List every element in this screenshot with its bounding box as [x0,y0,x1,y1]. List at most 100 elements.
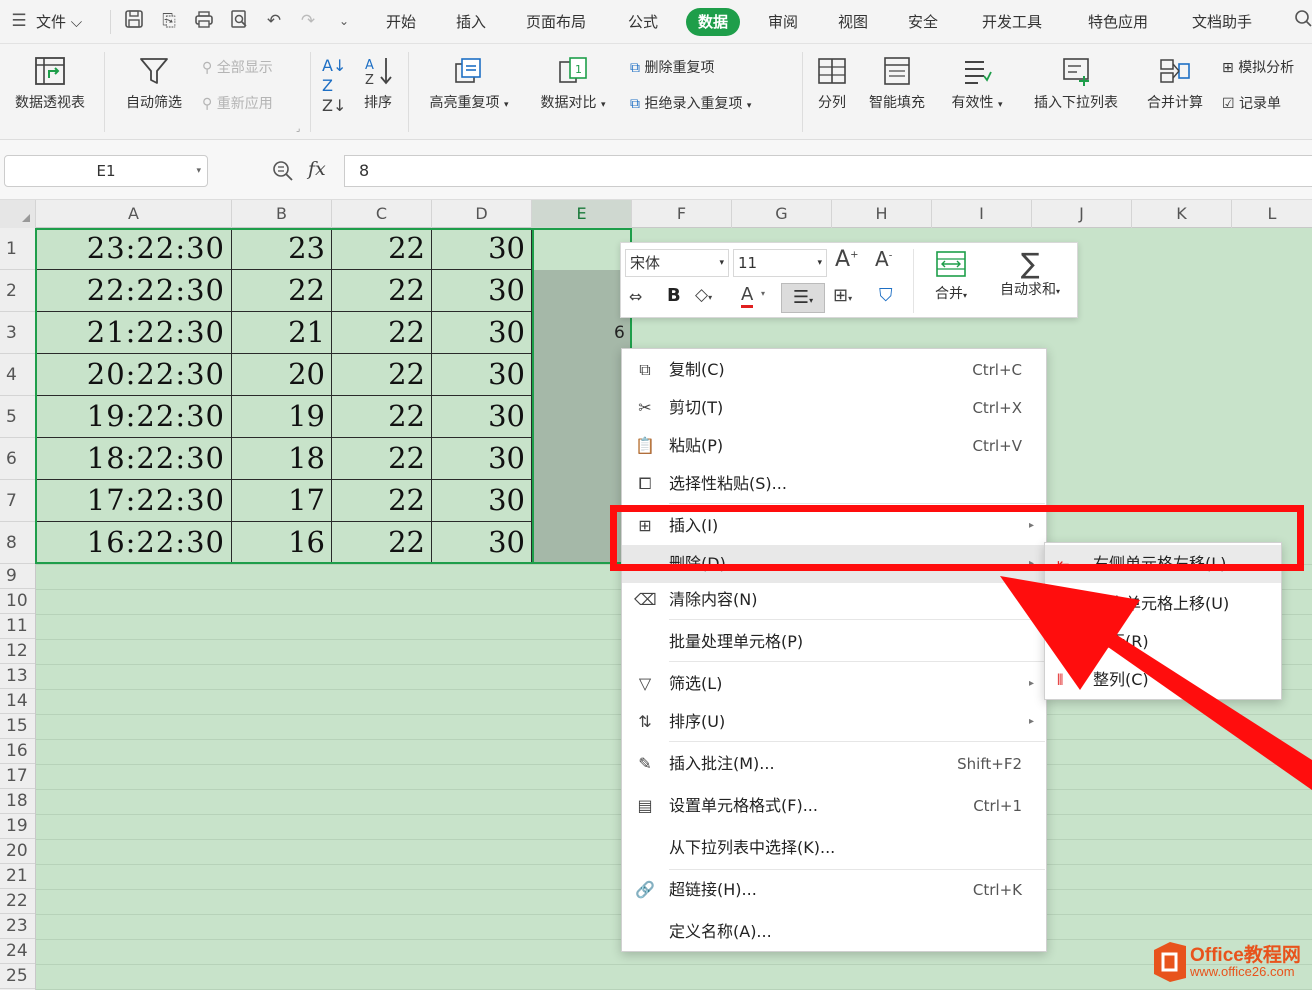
row-header-12[interactable]: 12 [0,639,35,664]
cell-c7[interactable]: 22 [332,480,432,522]
hamburger-icon[interactable]: ☰ [10,9,28,33]
menu-item-12[interactable]: ▤ 设置单元格格式(F)... Ctrl+1 [622,787,1046,825]
cell-b2[interactable]: 22 [232,270,332,312]
save-icon[interactable] [123,9,145,33]
submenu-shift-up[interactable]: ⇡ 下方单元格上移(U) [1045,585,1281,623]
wrap-text-icon[interactable]: ⇔ [629,287,642,306]
col-header-k[interactable]: K [1132,200,1232,228]
row-header-8[interactable]: 8 [0,522,35,564]
autofilter-button[interactable]: 自动筛选 [116,54,192,112]
pivot-table-button[interactable]: 数据透视表 [6,54,94,112]
cell-a7[interactable]: 17:22:30 [36,480,232,522]
tab-formula[interactable]: 公式 [628,8,658,36]
menu-item-11[interactable]: ✎ 插入批注(M)... Shift+F2 [622,745,1046,783]
row-header-3[interactable]: 3 [0,312,35,354]
formula-input[interactable]: 8 [344,155,1312,187]
font-name-select[interactable]: 宋体 ▾ [625,249,729,277]
row-header-24[interactable]: 24 [0,939,35,964]
menu-item-13[interactable]: 从下拉列表中选择(K)... [622,829,1046,867]
row-header-25[interactable]: 25 [0,964,35,989]
print-icon[interactable] [193,9,215,33]
smart-fill-button[interactable]: 智能填充 [862,54,932,112]
menu-item-2[interactable]: ✂ 剪切(T) Ctrl+X [622,389,1046,427]
submenu-entire-column[interactable]: ⫴ 整列(C) [1045,661,1281,699]
row-header-17[interactable]: 17 [0,764,35,789]
cell-d3[interactable]: 30 [432,312,532,354]
cell-c1[interactable]: 22 [332,228,432,270]
col-header-d[interactable]: D [432,200,532,228]
tab-special-apps[interactable]: 特色应用 [1088,8,1148,36]
show-all-button[interactable]: ⚲ 全部显示 [202,58,273,78]
cell-a4[interactable]: 20:22:30 [36,354,232,396]
menu-item-4[interactable]: ⧠ 选择性粘贴(S)... [622,465,1046,503]
tab-home[interactable]: 开始 [386,8,416,36]
menu-item-7[interactable]: ⌫ 清除内容(N) [622,581,1046,619]
decrease-font-icon[interactable]: A- [875,247,892,271]
tab-data[interactable]: 数据 [686,8,741,36]
row-header-16[interactable]: 16 [0,739,35,764]
data-compare-button[interactable]: 1 数据对比 ▾ [532,54,614,112]
cell-d5[interactable]: 30 [432,396,532,438]
tab-security[interactable]: 安全 [908,8,938,36]
cell-b1[interactable]: 23 [232,228,332,270]
cell-b4[interactable]: 20 [232,354,332,396]
tab-insert[interactable]: 插入 [456,8,486,36]
menu-item-15[interactable]: 定义名称(A)... [622,913,1046,951]
row-header-23[interactable]: 23 [0,914,35,939]
validity-button[interactable]: 有效性 ▾ [944,54,1010,112]
menu-item-1[interactable]: ⧉ 复制(C) Ctrl+C [622,351,1046,389]
cell-b5[interactable]: 19 [232,396,332,438]
col-header-e[interactable]: E [532,200,632,228]
cell-d7[interactable]: 30 [432,480,532,522]
row-header-20[interactable]: 20 [0,839,35,864]
cell-c5[interactable]: 22 [332,396,432,438]
cell-b3[interactable]: 21 [232,312,332,354]
cell-c8[interactable]: 22 [332,522,432,564]
row-header-5[interactable]: 5 [0,396,35,438]
insert-function-icon[interactable]: fx [308,158,326,180]
cell-b7[interactable]: 17 [232,480,332,522]
col-header-c[interactable]: C [332,200,432,228]
font-size-select[interactable]: 11 ▾ [733,249,827,277]
row-header-4[interactable]: 4 [0,354,35,396]
row-header-7[interactable]: 7 [0,480,35,522]
merge-calculate-button[interactable]: 合并计算 [1140,54,1210,112]
font-color-icon[interactable]: A [741,285,754,308]
cell-a6[interactable]: 18:22:30 [36,438,232,480]
sort-asc-icon[interactable]: A↓ Z [322,56,346,96]
tab-view[interactable]: 视图 [838,8,868,36]
name-box[interactable]: E1 ▾ [4,155,208,187]
dialog-launcher-icon[interactable]: ⌟ [296,124,300,134]
col-header-j[interactable]: J [1032,200,1132,228]
row-header-14[interactable]: 14 [0,689,35,714]
col-header-b[interactable]: B [232,200,332,228]
customize-dropdown-icon[interactable]: ⌄ [333,9,355,33]
menu-item-3[interactable]: 📋 粘贴(P) Ctrl+V [622,427,1046,465]
row-header-21[interactable]: 21 [0,864,35,889]
delete-duplicates-button[interactable]: ⧉ 删除重复项 [630,58,714,78]
redo-icon[interactable]: ↷ [297,9,319,33]
menu-item-9[interactable]: ▽ 筛选(L) ▸ [622,665,1046,703]
cell-d2[interactable]: 30 [432,270,532,312]
col-header-a[interactable]: A [36,200,232,228]
tab-review[interactable]: 审阅 [768,8,798,36]
reapply-button[interactable]: ⚲ 重新应用 [202,94,273,114]
align-center-button[interactable]: ☰▾ [781,283,825,313]
cell-c3[interactable]: 22 [332,312,432,354]
row-header-9[interactable]: 9 [0,564,35,589]
col-header-l[interactable]: L [1232,200,1312,228]
select-all-corner[interactable] [0,200,36,228]
row-header-18[interactable]: 18 [0,789,35,814]
search-icon[interactable] [1292,9,1312,33]
row-header-10[interactable]: 10 [0,589,35,614]
menu-item-10[interactable]: ⇅ 排序(U) ▸ [622,703,1046,741]
row-header-13[interactable]: 13 [0,664,35,689]
cell-c2[interactable]: 22 [332,270,432,312]
tab-developer[interactable]: 开发工具 [982,8,1042,36]
autosum-button[interactable]: ∑ 自动求和▾ [987,249,1073,299]
submenu-entire-row[interactable]: ⊟ 整行(R) [1045,623,1281,661]
zoom-formula-icon[interactable] [272,160,294,186]
cell-d1[interactable]: 30 [432,228,532,270]
col-header-h[interactable]: H [832,200,932,228]
row-header-22[interactable]: 22 [0,889,35,914]
